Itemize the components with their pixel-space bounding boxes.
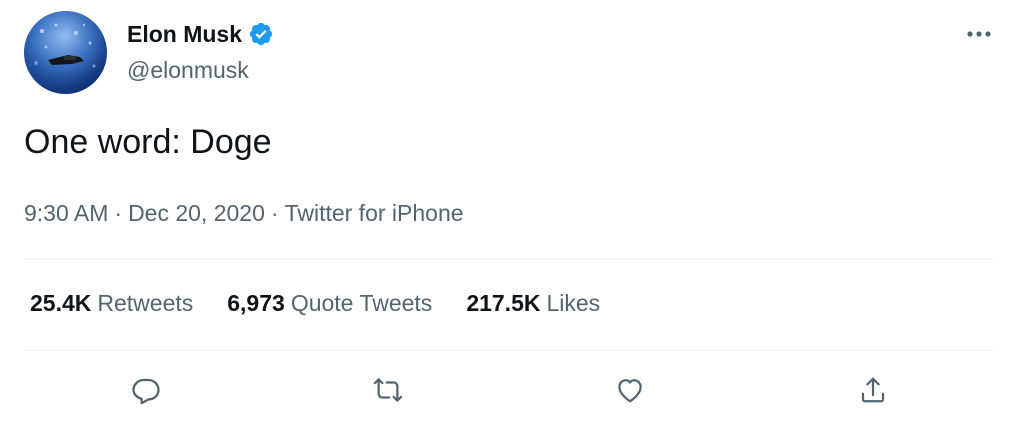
stat-likes[interactable]: 217.5K Likes (466, 290, 600, 317)
stat-count: 6,973 (227, 290, 285, 316)
divider (24, 259, 994, 260)
handle[interactable]: @elonmusk (127, 57, 274, 84)
retweet-button[interactable] (368, 370, 408, 410)
share-button[interactable] (853, 370, 893, 410)
verified-badge-icon (248, 21, 274, 47)
stat-label: Quote Tweets (290, 290, 433, 316)
reply-icon (132, 378, 160, 405)
stat-label: Likes (546, 290, 601, 316)
display-name-row: Elon Musk (127, 19, 274, 49)
author-info: Elon Musk @elonmusk (127, 19, 274, 84)
tweet-date[interactable]: Dec 20, 2020 (128, 200, 265, 226)
tweet-card: Elon Musk @elonmusk One word: Doge 9:30 … (0, 0, 1024, 439)
stat-label: Retweets (97, 290, 194, 316)
divider (24, 350, 994, 351)
more-horizontal-icon (967, 31, 991, 37)
tweet-meta: 9:30 AM · Dec 20, 2020 · Twitter for iPhone (24, 200, 464, 227)
share-icon (861, 377, 885, 403)
stat-count: 25.4K (30, 290, 92, 316)
stat-retweets[interactable]: 25.4K Retweets (30, 290, 193, 317)
avatar-image (24, 11, 107, 94)
tweet-text: One word: Doge (24, 123, 272, 161)
display-name[interactable]: Elon Musk (127, 21, 242, 48)
more-options-button[interactable] (964, 22, 994, 46)
stat-count: 217.5K (466, 290, 541, 316)
like-button[interactable] (610, 370, 650, 410)
avatar[interactable] (24, 11, 107, 94)
meta-separator: · (114, 200, 123, 226)
tweet-time[interactable]: 9:30 AM (24, 200, 108, 226)
engagement-stats: 25.4K Retweets 6,973 Quote Tweets 217.5K Li… (30, 290, 634, 317)
like-icon (618, 379, 642, 403)
reply-button[interactable] (126, 370, 166, 410)
meta-separator: · (270, 200, 279, 226)
tweet-source[interactable]: Twitter for iPhone (285, 200, 464, 226)
stat-quote-tweets[interactable]: 6,973 Quote Tweets (227, 290, 432, 317)
retweet-icon (373, 378, 403, 402)
